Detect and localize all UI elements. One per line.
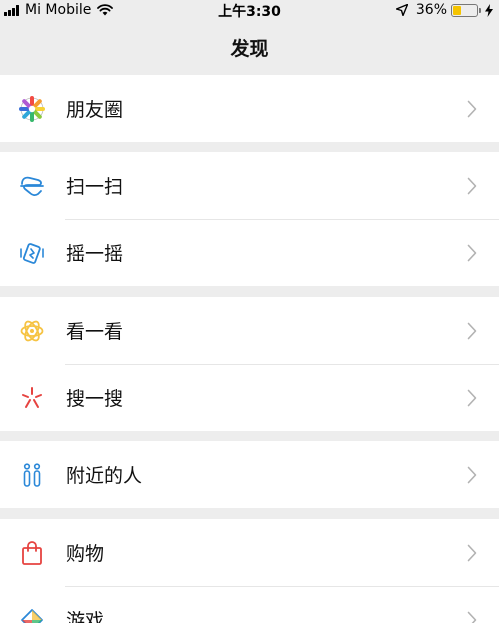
chevron-right-icon <box>467 322 477 340</box>
menu-item-top-stories[interactable]: 看一看 <box>0 297 499 364</box>
menu-item-search[interactable]: 搜一搜 <box>0 364 499 431</box>
menu-item-label: 扫一扫 <box>66 176 124 198</box>
menu-item-shake[interactable]: 摇一摇 <box>0 219 499 286</box>
menu-item-people-nearby[interactable]: 附近的人 <box>0 441 499 508</box>
menu-item-shopping[interactable]: 购物 <box>0 519 499 586</box>
menu-group-shopping-games: 购物 游戏 <box>0 519 499 623</box>
menu-item-scan[interactable]: 扫一扫 <box>0 152 499 219</box>
chevron-right-icon <box>467 177 477 195</box>
chevron-right-icon <box>467 100 477 118</box>
search-icon <box>18 384 46 412</box>
battery-icon <box>451 3 481 17</box>
menu-group-look-search: 看一看 搜一搜 <box>0 297 499 431</box>
menu-group-scan-shake: 扫一扫 摇一摇 <box>0 152 499 286</box>
menu-item-label: 搜一搜 <box>66 388 124 410</box>
battery-percent: 36% <box>415 2 447 18</box>
menu-group-moments: 朋友圈 <box>0 75 499 142</box>
location-icon <box>395 4 408 16</box>
menu-group-nearby: 附近的人 <box>0 441 499 508</box>
moments-icon <box>18 95 46 123</box>
shopping-bag-icon <box>18 539 46 567</box>
scan-icon <box>18 172 46 200</box>
chevron-right-icon <box>467 389 477 407</box>
menu-item-moments[interactable]: 朋友圈 <box>0 75 499 142</box>
shake-icon <box>18 239 46 267</box>
chevron-right-icon <box>467 611 477 623</box>
page-title: 发现 <box>230 37 269 60</box>
chevron-right-icon <box>467 466 477 484</box>
menu-item-label: 附近的人 <box>66 465 143 487</box>
top-stories-icon <box>18 317 46 345</box>
menu-item-label: 摇一摇 <box>66 243 124 265</box>
people-nearby-icon <box>18 461 46 489</box>
chevron-right-icon <box>467 244 477 262</box>
menu-item-games[interactable]: 游戏 <box>0 586 499 623</box>
menu-item-label: 看一看 <box>66 321 124 343</box>
navigation-bar: 发现 <box>0 20 499 74</box>
menu-item-label: 游戏 <box>66 610 105 623</box>
menu-item-label: 购物 <box>66 543 105 565</box>
status-bar: Mi Mobile 上午3:30 36% <box>0 0 499 20</box>
battery-level <box>453 5 462 15</box>
menu-item-label: 朋友圈 <box>66 99 124 121</box>
games-icon <box>18 606 46 623</box>
charging-icon <box>485 3 493 17</box>
chevron-right-icon <box>467 544 477 562</box>
